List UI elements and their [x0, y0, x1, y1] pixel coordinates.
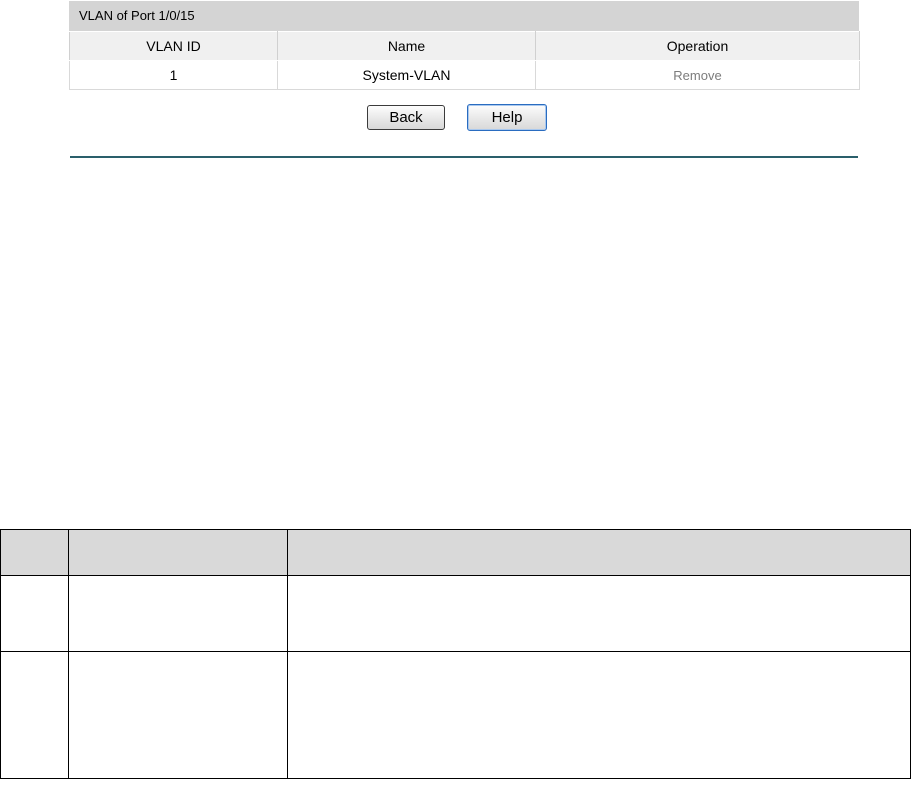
header-cell — [0, 529, 69, 576]
table-cell — [287, 651, 911, 779]
table-cell — [0, 651, 69, 779]
table-cell — [68, 575, 288, 652]
table-cell — [287, 575, 911, 652]
header-cell — [68, 529, 288, 576]
vlan-table: VLAN ID Name Operation 1 System-VLAN Rem… — [69, 31, 860, 90]
table-row — [0, 575, 911, 652]
divider-line — [70, 156, 858, 158]
column-header-operation: Operation — [535, 31, 860, 61]
column-header-name: Name — [277, 31, 536, 61]
table-row: 1 System-VLAN Remove — [69, 60, 860, 90]
remove-link[interactable]: Remove — [535, 60, 860, 90]
vlan-of-port-panel: VLAN of Port 1/0/15 VLAN ID Name Operati… — [69, 1, 860, 90]
table-row — [0, 651, 911, 779]
table-cell — [0, 575, 69, 652]
table-header-row: VLAN ID Name Operation — [69, 31, 860, 61]
help-button[interactable]: Help — [467, 104, 547, 131]
header-cell — [287, 529, 911, 576]
cell-name: System-VLAN — [277, 60, 536, 90]
description-table — [0, 529, 911, 779]
column-header-vlan-id: VLAN ID — [69, 31, 278, 61]
back-button[interactable]: Back — [367, 105, 445, 130]
cell-vlan-id: 1 — [69, 60, 278, 90]
table-cell — [68, 651, 288, 779]
description-table-header-row — [0, 529, 911, 576]
panel-title: VLAN of Port 1/0/15 — [69, 1, 859, 31]
